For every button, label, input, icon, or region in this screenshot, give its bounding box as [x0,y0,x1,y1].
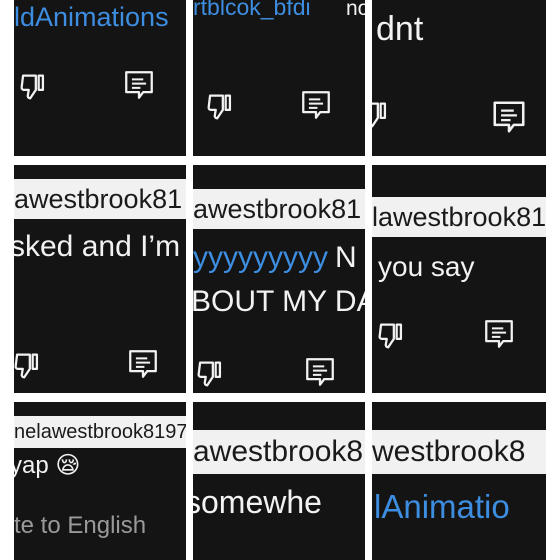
username-label: westbrook8 [372,430,546,474]
comment-text: BOUT MY DA [193,285,365,318]
comment-tile-8: awestbrook81 somewhe [193,402,365,560]
thumbs-down-icon[interactable] [374,319,408,353]
comment-tile-7: nelawestbrook8197 yap 😪 te to English [14,402,186,560]
username-label: awestbrook81 [193,189,365,229]
username-label: awestbrook81 [193,430,365,474]
comment-text: N [335,241,357,274]
comment-tile-1: ldAnimations [14,0,186,156]
comment-text: sked and I’m [14,230,181,263]
comment-tile-9: westbrook8 lAnimatio [372,402,546,560]
comment-text: no [346,0,365,20]
thumbs-down-icon[interactable] [203,90,237,124]
comment-text: somewhe [193,484,322,520]
comment-icon[interactable] [126,347,160,381]
comment-tile-3: dnt [372,0,546,156]
comment-tile-6: lawestbrook81 you say [372,165,546,393]
username-label: lawestbrook81 [372,197,546,237]
comment-text: yap 😪 [14,452,81,479]
comment-text: lAnimatio [374,488,510,525]
thumbs-down-icon[interactable] [193,357,227,391]
comment-icon[interactable] [490,98,528,136]
comment-tile-5: awestbrook81 yyyyyyyyy N BOUT MY DA [193,165,365,393]
comment-tile-4: awestbrook81 sked and I’m [14,165,186,393]
comment-icon[interactable] [299,88,333,122]
comment-icon[interactable] [482,317,516,351]
comment-text: dnt [376,10,424,48]
comment-handle: rtblcok_bfdi [193,0,311,20]
comment-text: you say [378,251,475,282]
thumbs-down-icon[interactable] [372,98,392,132]
comment-text: ldAnimations [14,2,169,32]
thumbs-down-icon[interactable] [14,349,44,383]
comment-tile-2: rtblcok_bfdi no [193,0,365,156]
comment-icon[interactable] [122,68,156,102]
comment-text: yyyyyyyyy [193,241,328,274]
username-label: nelawestbrook8197 [14,416,186,448]
comment-icon[interactable] [303,355,337,389]
thumbs-down-icon[interactable] [16,70,50,104]
translate-link[interactable]: te to English [14,514,146,538]
username-label: awestbrook81 [14,179,186,219]
